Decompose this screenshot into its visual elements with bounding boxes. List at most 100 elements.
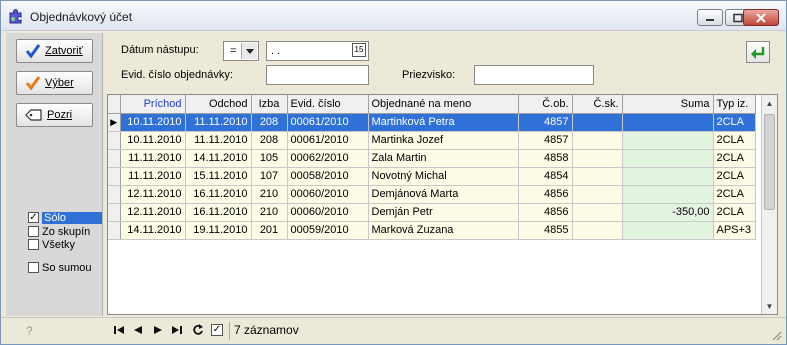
cell-izba: 210 [251, 203, 288, 222]
datum-label: Dátum nástupu: [121, 44, 199, 56]
zo-skupin-checkbox[interactable] [28, 226, 39, 237]
column-meno[interactable]: Objednané na meno [368, 95, 519, 114]
cell-odchod: 15.11.2010 [185, 167, 252, 186]
cell-meno: Demjánová Marta [368, 185, 519, 204]
table-row[interactable]: 11.11.2010 14.11.2010 105 00062/2010 Zala Ma… [108, 149, 756, 168]
cell-izba: 107 [251, 167, 288, 186]
table-row[interactable]: ▶ 10.11.2010 11.11.2010 208 00061/2010 Martin… [108, 113, 756, 132]
first-record-button[interactable] [111, 322, 127, 338]
cell-evid: 00061/2010 [287, 131, 369, 150]
vertical-scrollbar[interactable]: ▲ ▼ [761, 95, 777, 314]
cell-prichod: 12.11.2010 [120, 203, 186, 222]
table-row[interactable]: 14.11.2010 19.11.2010 201 00059/2010 Marková… [108, 221, 756, 240]
cell-suma [622, 221, 714, 240]
minimize-icon [706, 18, 714, 21]
column-evid[interactable]: Evid. číslo [287, 95, 369, 114]
table-row[interactable]: 12.11.2010 16.11.2010 210 00060/2010 Demján … [108, 203, 756, 222]
cell-prichod: 12.11.2010 [120, 185, 186, 204]
vyber-button[interactable]: Výber [16, 71, 93, 95]
resize-grip-icon[interactable] [770, 329, 782, 341]
next-icon [154, 326, 162, 334]
table-row[interactable]: 12.11.2010 16.11.2010 210 00060/2010 Demjáno… [108, 185, 756, 204]
row-indicator[interactable] [108, 185, 121, 204]
table-row[interactable]: 11.11.2010 15.11.2010 107 00058/2010 Novotný… [108, 167, 756, 186]
column-izba[interactable]: Izba [251, 95, 288, 114]
evid-label: Evid. číslo objednávky: [121, 69, 233, 81]
table-header: Príchod Odchod Izba Evid. číslo Objednan… [108, 95, 756, 114]
cell-izba: 210 [251, 185, 288, 204]
cell-suma [622, 131, 714, 150]
maximize-icon [733, 13, 743, 22]
option-zo-skupin[interactable]: Zo skupín [28, 225, 90, 238]
cell-odchod: 16.11.2010 [185, 203, 252, 222]
cell-odchod: 14.11.2010 [185, 149, 252, 168]
cell-csk [572, 131, 623, 150]
cell-prichod: 14.11.2010 [120, 221, 186, 240]
row-indicator[interactable] [108, 203, 121, 222]
priezvisko-input[interactable] [474, 65, 594, 85]
table-row[interactable]: 10.11.2010 11.11.2010 208 00061/2010 Martink… [108, 131, 756, 150]
cell-izba: 105 [251, 149, 288, 168]
cell-cob: 4857 [518, 113, 573, 132]
cell-odchod: 16.11.2010 [185, 185, 252, 204]
evid-input[interactable] [266, 65, 369, 85]
so-sumou-checkbox[interactable] [28, 262, 39, 273]
reload-button[interactable] [190, 322, 206, 338]
cell-odchod: 11.11.2010 [185, 131, 252, 150]
cell-meno: Demján Petr [368, 203, 519, 222]
cell-cob: 4858 [518, 149, 573, 168]
vsetky-label: Všetky [42, 238, 76, 251]
prev-record-button[interactable] [130, 322, 146, 338]
close-button[interactable] [743, 9, 779, 26]
cell-suma [622, 149, 714, 168]
cell-meno: Martinka Jozef [368, 131, 519, 150]
calendar-icon[interactable]: 15 [352, 43, 366, 57]
scroll-up-icon[interactable]: ▲ [762, 95, 777, 111]
zatvorit-button[interactable]: Zatvoriť [16, 39, 93, 63]
prev-icon [134, 326, 142, 334]
scroll-thumb[interactable] [764, 114, 775, 210]
column-prichod[interactable]: Príchod [120, 95, 186, 114]
zo-skupin-label: Zo skupín [42, 225, 91, 238]
row-indicator[interactable] [108, 167, 121, 186]
cell-evid: 00062/2010 [287, 149, 369, 168]
status-divider [229, 322, 230, 340]
next-record-button[interactable] [150, 322, 166, 338]
row-indicator[interactable] [108, 149, 121, 168]
cell-suma [622, 185, 714, 204]
minimize-button[interactable] [697, 9, 723, 26]
operator-select[interactable]: = [223, 41, 259, 61]
return-button[interactable] [746, 41, 770, 63]
cell-suma [622, 167, 714, 186]
cell-csk [572, 113, 623, 132]
cell-suma: -350,00 [622, 203, 714, 222]
title-bar[interactable]: Objednávkový účet [1, 1, 786, 31]
scroll-down-icon[interactable]: ▼ [762, 298, 777, 314]
cell-cob: 4855 [518, 221, 573, 240]
column-csk[interactable]: Č.sk. [572, 95, 623, 114]
option-vsetky[interactable]: Všetky [28, 238, 75, 251]
row-indicator[interactable] [108, 221, 121, 240]
column-typ[interactable]: Typ iz. [713, 95, 756, 114]
pozri-label: Pozri [47, 109, 73, 121]
last-record-button[interactable] [169, 322, 185, 338]
cell-typ: 2CLA [713, 203, 756, 222]
help-icon[interactable]: ? [26, 324, 33, 338]
option-solo[interactable]: ✓ Sólo [28, 211, 102, 224]
column-cob[interactable]: Č.ob. [518, 95, 573, 114]
column-odchod[interactable]: Odchod [185, 95, 252, 114]
record-count: 7 záznamov [234, 323, 299, 337]
first-icon [114, 326, 124, 334]
solo-checkbox[interactable]: ✓ [28, 212, 39, 223]
cell-izba: 201 [251, 221, 288, 240]
cell-evid: 00059/2010 [287, 221, 369, 240]
pozri-button[interactable]: Pozri [16, 103, 93, 127]
column-suma[interactable]: Suma [622, 95, 714, 114]
row-indicator[interactable] [108, 131, 121, 150]
vyber-label: Výber [45, 77, 74, 89]
option-so-sumou[interactable]: So sumou [28, 261, 92, 274]
cell-csk [572, 185, 623, 204]
row-indicator[interactable]: ▶ [108, 113, 121, 132]
confirm-checkbox[interactable]: ✓ [209, 322, 225, 338]
vsetky-checkbox[interactable] [28, 239, 39, 250]
